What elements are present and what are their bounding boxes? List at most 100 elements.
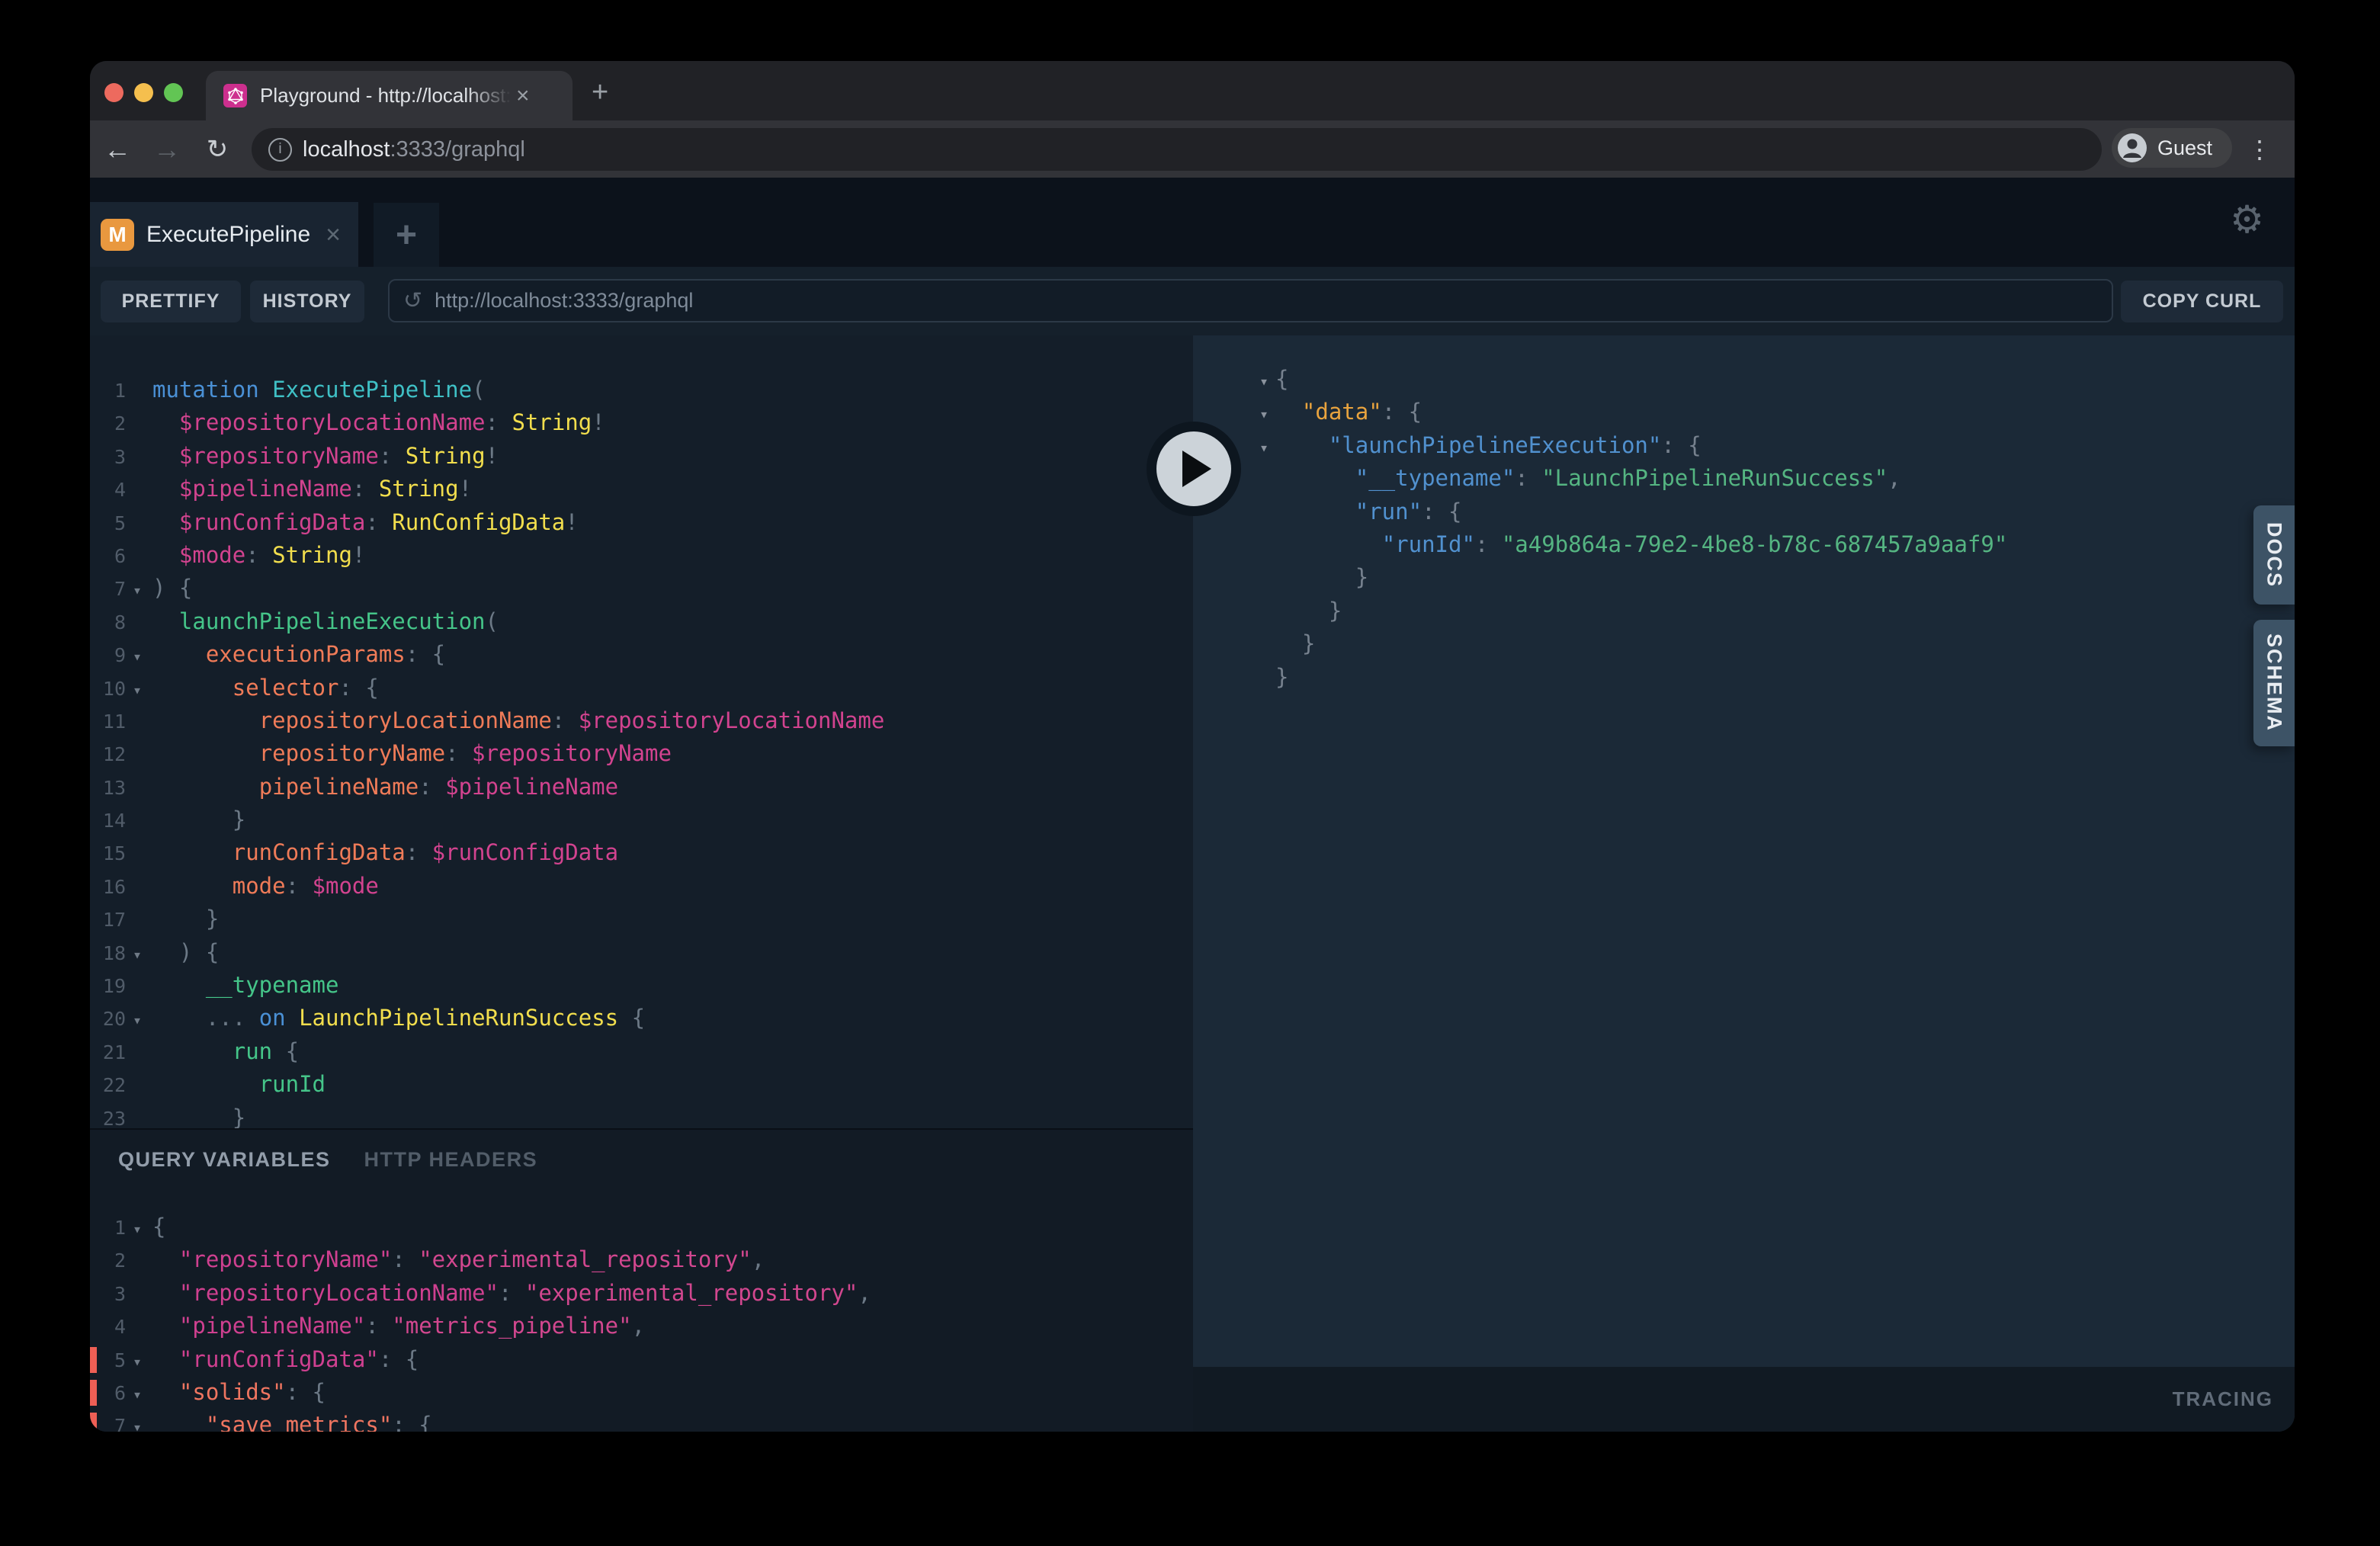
- code-line[interactable]: 14 }: [90, 803, 1193, 836]
- code-text: "runConfigData": {: [152, 1346, 419, 1372]
- code-text: }: [1275, 630, 1315, 656]
- code-text: repositoryName: $repositoryName: [152, 740, 672, 766]
- line-number: 4: [90, 1310, 126, 1343]
- code-text: "launchPipelineExecution": {: [1275, 432, 1702, 458]
- code-line[interactable]: 2 "repositoryName": "experimental_reposi…: [90, 1243, 1193, 1276]
- code-line[interactable]: 11 repositoryLocationName: $repositoryLo…: [90, 704, 1193, 737]
- code-line[interactable]: }: [1193, 661, 2295, 694]
- session-tab-close-icon[interactable]: ×: [326, 222, 341, 248]
- browser-menu-icon[interactable]: ⋮: [2247, 120, 2272, 178]
- new-session-tab-button[interactable]: +: [374, 203, 439, 267]
- profile-button[interactable]: Guest: [2112, 128, 2232, 168]
- code-text: $repositoryLocationName: String!: [152, 409, 605, 435]
- code-line[interactable]: 16 mode: $mode: [90, 870, 1193, 903]
- code-line[interactable]: 5▾ "runConfigData": {: [90, 1343, 1193, 1376]
- fold-arrow-icon[interactable]: ▾: [126, 938, 149, 971]
- code-line[interactable]: 19 __typename: [90, 969, 1193, 1002]
- line-number: 23: [90, 1102, 126, 1128]
- code-text: }: [1275, 664, 1288, 690]
- execute-button[interactable]: [1147, 422, 1241, 516]
- tracing-panel[interactable]: TRACING: [1193, 1367, 2295, 1432]
- code-text: "data": {: [1275, 399, 1422, 425]
- reload-icon[interactable]: ↻: [200, 120, 234, 178]
- line-number: 10: [90, 672, 126, 705]
- fold-arrow-icon[interactable]: ▾: [1253, 365, 1275, 398]
- code-line[interactable]: 8 launchPipelineExecution(: [90, 605, 1193, 638]
- query-editor[interactable]: 1mutation ExecutePipeline(2 $repositoryL…: [90, 335, 1193, 1128]
- fold-arrow-icon[interactable]: ▾: [126, 1378, 149, 1411]
- variables-editor[interactable]: 1▾{2 "repositoryName": "experimental_rep…: [90, 1211, 1193, 1432]
- code-line[interactable]: ▾{: [1193, 363, 2295, 396]
- copy-curl-button[interactable]: COPY CURL: [2121, 281, 2283, 322]
- forward-icon: →: [150, 120, 184, 178]
- code-line[interactable]: 10▾ selector: {: [90, 672, 1193, 704]
- docs-side-tab[interactable]: DOCS: [2253, 505, 2295, 605]
- code-line[interactable]: 6▾ "solids": {: [90, 1376, 1193, 1409]
- tab-query-variables[interactable]: QUERY VARIABLES: [118, 1148, 331, 1172]
- address-bar[interactable]: i localhost:3333/graphql: [252, 128, 2102, 171]
- code-line[interactable]: }: [1193, 627, 2295, 660]
- code-line[interactable]: 3 $repositoryName: String!: [90, 440, 1193, 473]
- fold-arrow-icon[interactable]: ▾: [126, 574, 149, 607]
- code-line[interactable]: 22 runId: [90, 1068, 1193, 1101]
- prettify-button[interactable]: PRETTIFY: [101, 281, 241, 322]
- code-line[interactable]: 20▾ ... on LaunchPipelineRunSuccess {: [90, 1002, 1193, 1034]
- code-line[interactable]: 3 "repositoryLocationName": "experimenta…: [90, 1277, 1193, 1310]
- back-icon[interactable]: ←: [101, 120, 134, 178]
- fold-arrow-icon[interactable]: ▾: [126, 1346, 149, 1378]
- fold-arrow-icon[interactable]: ▾: [1253, 431, 1275, 464]
- fold-arrow-icon[interactable]: ▾: [126, 1411, 149, 1432]
- code-line[interactable]: }: [1193, 561, 2295, 594]
- code-line[interactable]: "runId": "a49b864a-79e2-4be8-b78c-687457…: [1193, 528, 2295, 561]
- code-line[interactable]: 4 "pipelineName": "metrics_pipeline",: [90, 1310, 1193, 1342]
- code-line[interactable]: 17 }: [90, 903, 1193, 935]
- code-line[interactable]: "__typename": "LaunchPipelineRunSuccess"…: [1193, 462, 2295, 495]
- url-host: localhost: [303, 137, 390, 162]
- new-tab-button[interactable]: +: [592, 78, 608, 107]
- code-text: }: [1275, 564, 1368, 590]
- endpoint-input[interactable]: ↺ http://localhost:3333/graphql: [388, 279, 2113, 322]
- fold-arrow-icon[interactable]: ▾: [126, 640, 149, 673]
- code-line[interactable]: ▾ "launchPipelineExecution": {: [1193, 429, 2295, 462]
- fold-arrow-icon[interactable]: ▾: [1253, 398, 1275, 431]
- endpoint-reload-icon[interactable]: ↺: [403, 287, 422, 314]
- code-line[interactable]: 9▾ executionParams: {: [90, 638, 1193, 671]
- code-line[interactable]: 21 run {: [90, 1035, 1193, 1068]
- settings-gear-icon[interactable]: ⚙: [2230, 200, 2264, 239]
- close-window-button[interactable]: [104, 83, 123, 102]
- code-line[interactable]: 4 $pipelineName: String!: [90, 473, 1193, 505]
- code-line[interactable]: 7▾ "save_metrics": {: [90, 1409, 1193, 1432]
- code-line[interactable]: }: [1193, 595, 2295, 627]
- code-line[interactable]: 5 $runConfigData: RunConfigData!: [90, 506, 1193, 539]
- zoom-window-button[interactable]: [164, 83, 183, 102]
- fold-arrow-icon[interactable]: ▾: [126, 1213, 149, 1246]
- code-line[interactable]: 2 $repositoryLocationName: String!: [90, 406, 1193, 439]
- code-line[interactable]: 15 runConfigData: $runConfigData: [90, 836, 1193, 869]
- schema-side-tab[interactable]: SCHEMA: [2253, 620, 2295, 746]
- line-number: 8: [90, 606, 126, 639]
- tab-close-icon[interactable]: ×: [516, 85, 530, 107]
- tab-http-headers[interactable]: HTTP HEADERS: [364, 1148, 538, 1172]
- code-text: $repositoryName: String!: [152, 443, 499, 469]
- code-line[interactable]: ▾ "data": {: [1193, 396, 2295, 428]
- site-info-icon[interactable]: i: [268, 138, 292, 162]
- code-line[interactable]: 1▾{: [90, 1211, 1193, 1243]
- history-button[interactable]: HISTORY: [250, 281, 364, 322]
- line-number: 5: [90, 507, 126, 540]
- code-line[interactable]: 18▾ ) {: [90, 936, 1193, 969]
- session-tab-executepipeline[interactable]: M ExecutePipeline ×: [90, 202, 358, 267]
- code-line[interactable]: 7▾) {: [90, 572, 1193, 605]
- browser-tab[interactable]: Playground - http://localhost:33 ×: [206, 71, 573, 120]
- fold-arrow-icon[interactable]: ▾: [126, 1004, 149, 1037]
- code-line[interactable]: 1mutation ExecutePipeline(: [90, 374, 1193, 406]
- code-line[interactable]: 6 $mode: String!: [90, 539, 1193, 572]
- code-text: {: [1275, 366, 1288, 392]
- code-line[interactable]: 23 }: [90, 1102, 1193, 1128]
- line-number: 1: [90, 374, 126, 407]
- minimize-window-button[interactable]: [134, 83, 153, 102]
- query-pane: 1mutation ExecutePipeline(2 $repositoryL…: [90, 335, 1193, 1432]
- code-line[interactable]: "run": {: [1193, 496, 2295, 528]
- code-line[interactable]: 13 pipelineName: $pipelineName: [90, 771, 1193, 803]
- code-line[interactable]: 12 repositoryName: $repositoryName: [90, 737, 1193, 770]
- fold-arrow-icon[interactable]: ▾: [126, 674, 149, 707]
